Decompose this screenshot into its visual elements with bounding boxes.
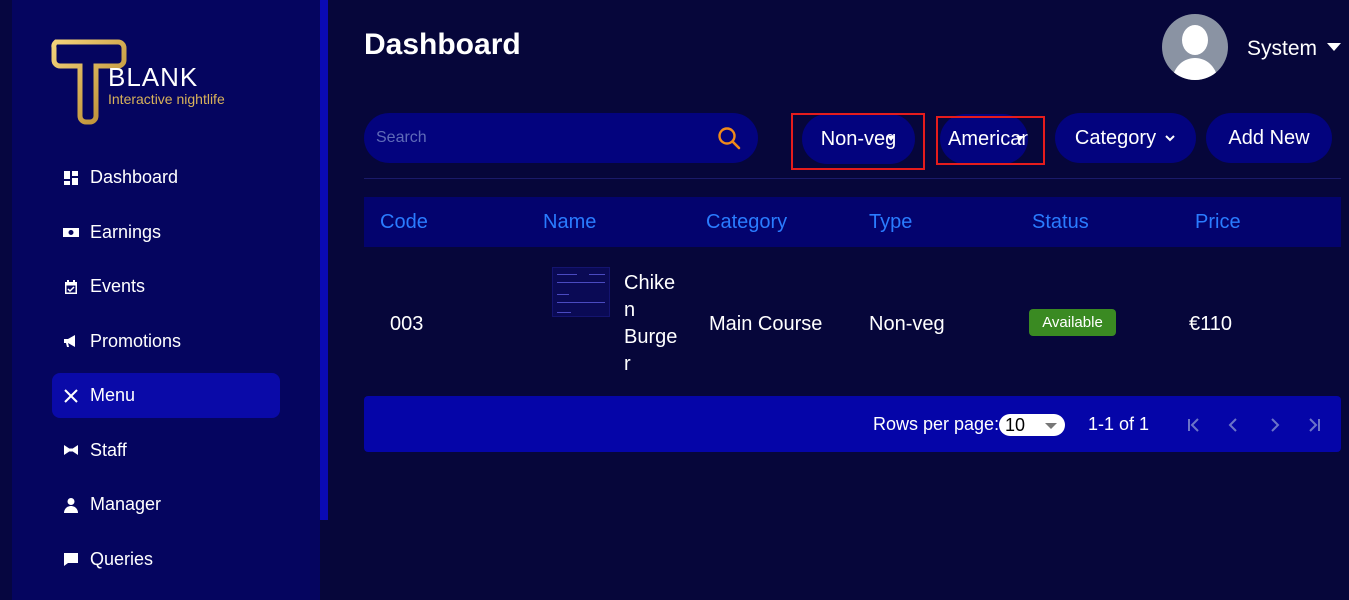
sidebar-edge: [0, 0, 12, 600]
cell-type: Non-veg: [869, 313, 945, 335]
cell-code: 003: [390, 313, 424, 335]
user-name[interactable]: System: [1247, 37, 1317, 61]
chevron-down-icon: [1165, 135, 1175, 142]
search-icon[interactable]: [716, 125, 742, 151]
cell-name-line: n: [624, 299, 636, 321]
sidebar-item-label: Events: [90, 276, 146, 296]
sidebar-item-label: Dashboard: [90, 167, 179, 187]
status-badge: Available: [1029, 309, 1116, 336]
pagination-bar: Rows per page: 10 1-1 of 1: [364, 396, 1341, 452]
next-page-icon[interactable]: [1263, 414, 1285, 436]
column-header-price[interactable]: Price: [1195, 211, 1241, 234]
cell-name-line: Burge: [624, 326, 678, 348]
brand-subtitle: Interactive nightlife: [108, 91, 225, 107]
rows-per-page-label: Rows per page:: [873, 414, 1000, 434]
previous-page-icon[interactable]: [1223, 414, 1245, 436]
utensils-icon: [62, 387, 80, 405]
search-input[interactable]: [376, 129, 696, 147]
last-page-icon[interactable]: [1303, 414, 1325, 436]
sidebar-item-label: Manager: [90, 494, 162, 514]
page-title: Dashboard: [364, 28, 521, 61]
calendar-icon: [62, 278, 80, 296]
page-range: 1-1 of 1: [1088, 414, 1150, 434]
money-icon: [62, 223, 80, 241]
brand-logo[interactable]: BLANK Interactive nightlife: [50, 38, 250, 128]
cell-price: €110: [1189, 313, 1233, 335]
sidebar-item-manager[interactable]: Manager: [52, 482, 280, 527]
category-dropdown[interactable]: Category: [1055, 113, 1196, 163]
first-page-icon[interactable]: [1183, 414, 1205, 436]
sidebar-nav: Dashboard Earnings Events Promotions Men…: [52, 155, 280, 591]
sidebar-item-menu[interactable]: Menu: [52, 373, 280, 418]
cell-name: Chike n Burge r: [624, 270, 677, 378]
category-label: Category: [1074, 126, 1157, 149]
chat-icon: [62, 550, 80, 568]
table-header: Code Name Category Type Status Price: [364, 197, 1341, 247]
add-new-button[interactable]: Add New: [1206, 113, 1332, 163]
sidebar-item-label: Queries: [90, 548, 154, 569]
sidebar-item-queries[interactable]: Queries: [52, 537, 280, 582]
user-avatar-icon: [1172, 25, 1218, 80]
avatar[interactable]: [1162, 14, 1228, 80]
sidebar-scrollbar[interactable]: [320, 0, 328, 520]
column-header-name[interactable]: Name: [543, 211, 596, 234]
highlight-box: [936, 116, 1045, 165]
rows-per-page-select[interactable]: 10: [999, 414, 1065, 436]
item-thumbnail[interactable]: [552, 267, 610, 317]
sidebar-item-promotions[interactable]: Promotions: [52, 319, 280, 364]
cell-name-line: Chike: [624, 272, 676, 294]
column-header-category[interactable]: Category: [706, 211, 787, 234]
cell-name-line: r: [624, 353, 631, 375]
megaphone-icon: [62, 332, 80, 350]
search-bar: [364, 113, 758, 163]
caret-down-icon[interactable]: [1327, 43, 1341, 51]
sidebar-item-dashboard[interactable]: Dashboard: [52, 155, 280, 200]
brand-title: BLANK: [108, 62, 199, 92]
column-header-code[interactable]: Code: [380, 211, 428, 234]
add-new-label: Add New: [1228, 126, 1310, 149]
dashboard-icon: [62, 169, 80, 187]
sidebar-item-label: Staff: [90, 439, 127, 460]
caret-down-icon: [1045, 423, 1057, 429]
manager-icon: [62, 496, 80, 514]
sidebar-item-events[interactable]: Events: [52, 264, 280, 309]
toolbar-divider: [364, 178, 1341, 179]
column-header-status[interactable]: Status: [1032, 211, 1089, 234]
bowtie-icon: [62, 441, 80, 459]
rows-per-page-value: 10: [1005, 415, 1026, 435]
highlight-box: [791, 113, 925, 170]
sidebar-item-label: Earnings: [90, 221, 162, 242]
sidebar-item-label: Menu: [90, 385, 136, 405]
cell-category: Main Course: [709, 313, 823, 335]
column-header-type[interactable]: Type: [869, 211, 912, 234]
sidebar-item-label: Promotions: [90, 330, 182, 351]
sidebar-item-earnings[interactable]: Earnings: [52, 210, 280, 255]
sidebar-item-staff[interactable]: Staff: [52, 428, 280, 473]
